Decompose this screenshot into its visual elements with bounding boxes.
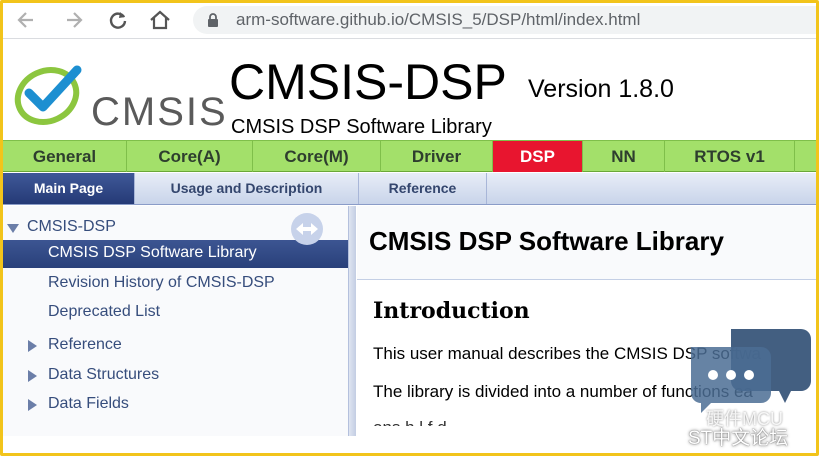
nav-item-cmsis-dsp-software-library[interactable]: CMSIS DSP Software Library	[3, 240, 348, 268]
project-version: Version 1.8.0	[528, 75, 674, 103]
component-tabs: General Core(A) Core(M) Driver DSP NN RT…	[3, 140, 816, 172]
collapsed-arrow-icon[interactable]	[28, 399, 37, 411]
paragraph: ons h l f d	[373, 418, 447, 436]
nav-item-deprecated-list[interactable]: Deprecated List	[3, 299, 348, 327]
nav-item-label: Reference	[48, 336, 122, 353]
tab-core-m[interactable]: Core(M)	[253, 141, 381, 172]
chat-bubble-icon	[691, 329, 811, 413]
navigation-tabs: Main Page Usage and Description Referenc…	[3, 173, 816, 205]
nav-item-label: CMSIS-DSP	[27, 218, 116, 235]
tab-nn[interactable]: NN	[583, 141, 665, 172]
forward-arrow-icon[interactable]	[59, 6, 89, 34]
tab-general[interactable]: General	[3, 141, 127, 172]
tab-driver[interactable]: Driver	[381, 141, 493, 172]
lock-icon	[207, 13, 219, 32]
logo-wordmark: CMSIS	[91, 90, 228, 134]
title-bar: CMSIS DSP Software Library	[357, 206, 816, 280]
watermark-text: ST中文论坛	[688, 428, 789, 449]
tab-reference[interactable]: Reference	[359, 173, 487, 204]
nav-item-label: Deprecated List	[48, 303, 161, 320]
side-nav-resize-handle[interactable]	[348, 206, 356, 436]
nav-item-label: CMSIS DSP Software Library	[48, 244, 257, 261]
home-icon[interactable]	[145, 6, 175, 34]
collapsed-arrow-icon[interactable]	[28, 370, 37, 382]
nav-item-revision-history[interactable]: Revision History of CMSIS-DSP	[3, 270, 348, 298]
expanded-arrow-icon[interactable]	[7, 224, 19, 233]
tab-core-a[interactable]: Core(A)	[127, 141, 253, 172]
tab-usage-and-description[interactable]: Usage and Description	[135, 173, 359, 204]
doc-header: CMSIS CMSIS-DSP Version 1.8.0 CMSIS DSP …	[3, 40, 816, 140]
nav-item-label: Revision History of CMSIS-DSP	[48, 274, 275, 291]
url-text[interactable]: arm-software.github.io/CMSIS_5/DSP/html/…	[236, 10, 640, 30]
browser-toolbar: arm-software.github.io/CMSIS_5/DSP/html/…	[3, 3, 816, 39]
project-brief: CMSIS DSP Software Library	[231, 116, 492, 138]
collapsed-arrow-icon[interactable]	[28, 340, 37, 352]
tab-main-page[interactable]: Main Page	[3, 173, 135, 204]
cmsis-logo: CMSIS	[11, 60, 226, 134]
reload-icon[interactable]	[103, 6, 133, 34]
nav-item-reference[interactable]: Reference	[3, 332, 348, 360]
section-heading: Introduction	[373, 298, 530, 324]
address-bar[interactable]: arm-software.github.io/CMSIS_5/DSP/html/…	[193, 6, 816, 34]
tab-rtos-v1[interactable]: RTOS v1	[665, 141, 795, 172]
page-title: CMSIS DSP Software Library	[369, 226, 724, 256]
tab-dsp[interactable]: DSP	[493, 141, 583, 172]
back-arrow-icon[interactable]	[11, 6, 41, 34]
nav-item-data-structures[interactable]: Data Structures	[3, 362, 348, 390]
sync-toggle-icon[interactable]	[291, 213, 323, 245]
nav-item-label: Data Structures	[48, 366, 160, 383]
nav-item-label: Data Fields	[48, 395, 129, 412]
nav-item-data-fields[interactable]: Data Fields	[3, 391, 348, 419]
project-name: CMSIS-DSP	[229, 54, 507, 110]
screenshot-frame: arm-software.github.io/CMSIS_5/DSP/html/…	[0, 0, 819, 456]
